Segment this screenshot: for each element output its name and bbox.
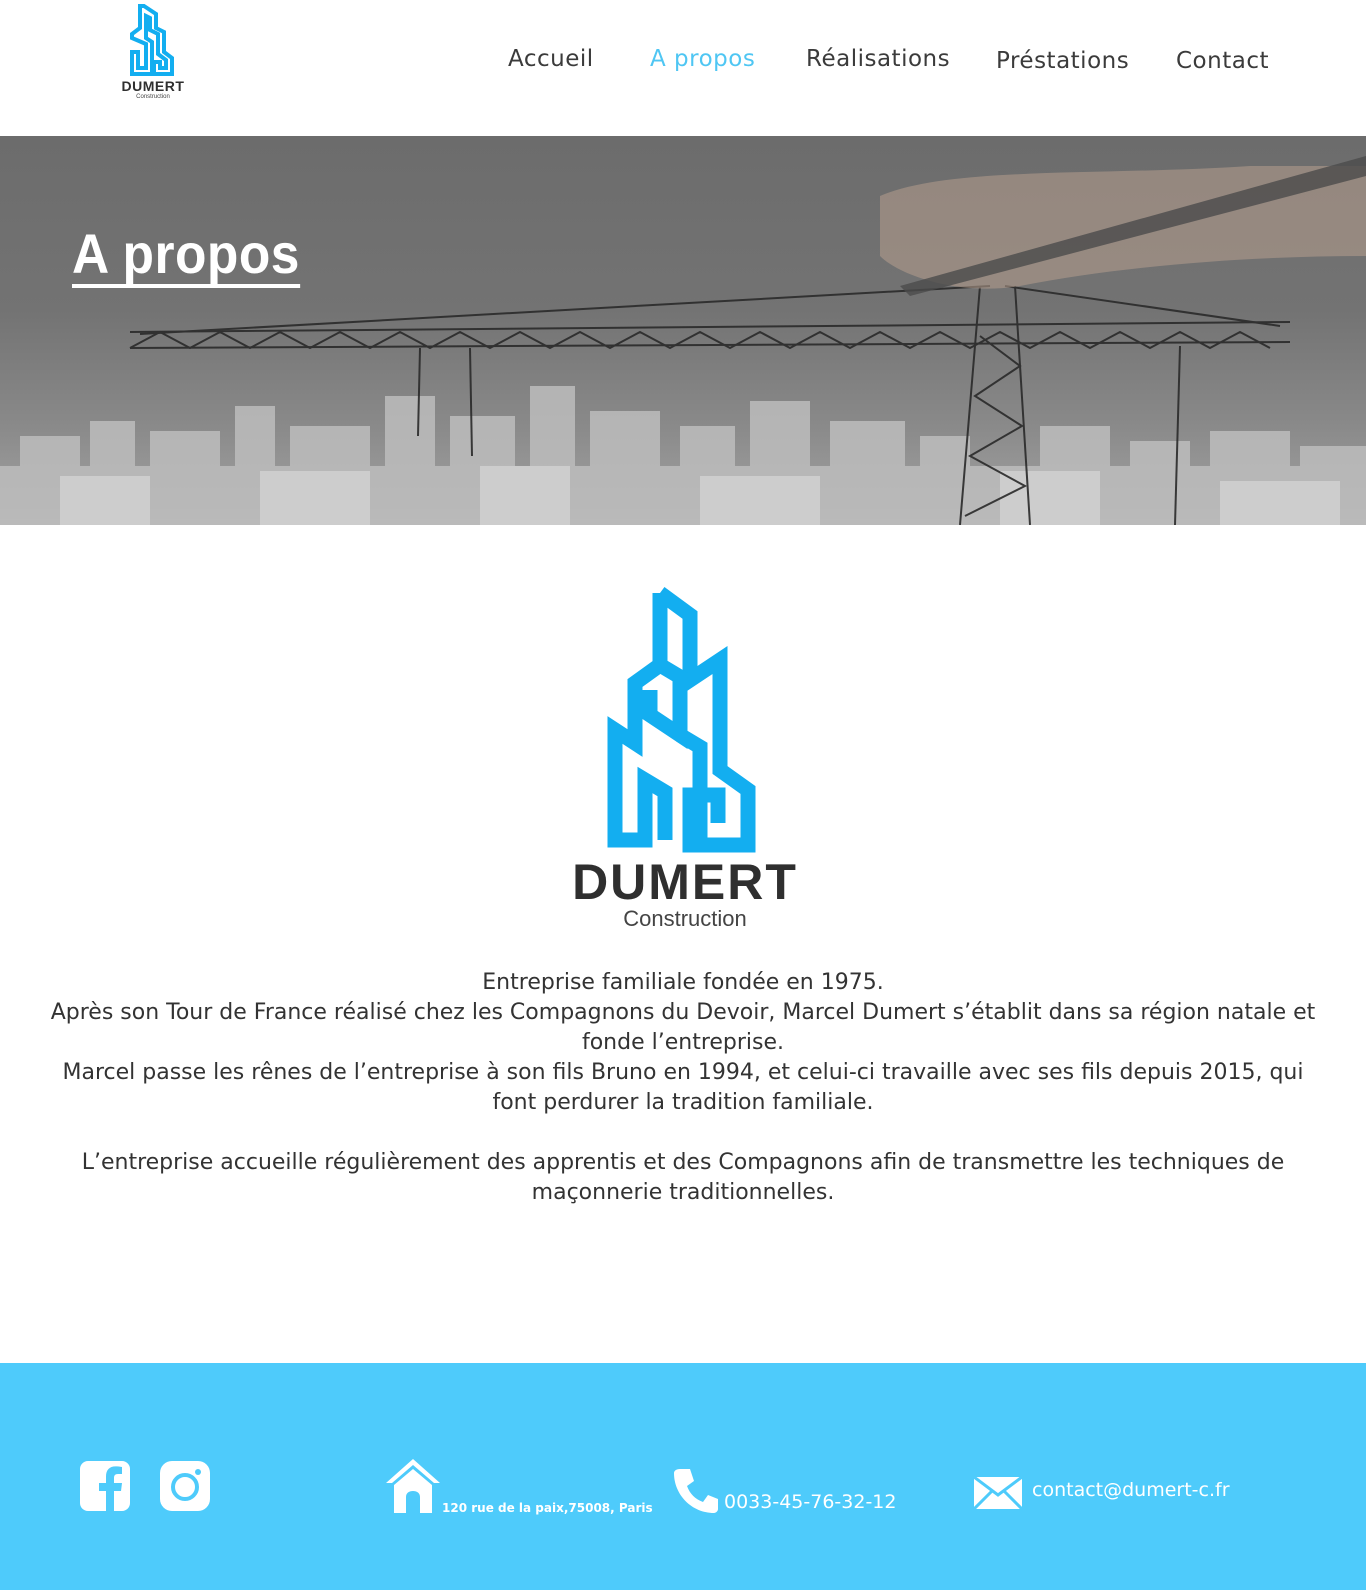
phone-text: 0033-45-76-32-12 bbox=[724, 1491, 897, 1513]
email-link[interactable]: contact@dumert-c.fr bbox=[974, 1477, 1264, 1517]
facebook-icon bbox=[80, 1461, 130, 1511]
nav-a-propos[interactable]: A propos bbox=[650, 46, 755, 72]
email-text: contact@dumert-c.fr bbox=[1032, 1479, 1230, 1501]
hero-banner: A propos bbox=[0, 136, 1366, 525]
page-title: A propos bbox=[72, 224, 300, 288]
home-icon bbox=[386, 1459, 440, 1513]
instagram-icon bbox=[160, 1461, 210, 1511]
nav-contact[interactable]: Contact bbox=[1176, 48, 1269, 74]
about-text: Entreprise familiale fondée en 1975. Apr… bbox=[40, 968, 1326, 1208]
instagram-link[interactable] bbox=[160, 1461, 212, 1513]
about-paragraph: Après son Tour de France réalisé chez le… bbox=[50, 1000, 1316, 1055]
hero-crane-illustration bbox=[0, 156, 1366, 525]
facebook-link[interactable] bbox=[80, 1461, 132, 1513]
phone-icon bbox=[674, 1469, 718, 1513]
main-logo-name: DUMERT bbox=[572, 854, 798, 910]
main-nav: Accueil A propos Réalisations Préstation… bbox=[0, 44, 1366, 84]
site-header: DUMERT Construction Accueil A propos Réa… bbox=[0, 0, 1366, 136]
phone-link[interactable]: 0033-45-76-32-12 bbox=[672, 1467, 912, 1517]
nav-accueil[interactable]: Accueil bbox=[508, 46, 594, 72]
header-logo-sub: Construction bbox=[136, 94, 170, 100]
building-logo-icon bbox=[607, 586, 756, 853]
nav-realisations[interactable]: Réalisations bbox=[806, 46, 950, 72]
about-paragraph: Entreprise familiale fondée en 1975. bbox=[482, 970, 884, 995]
address-link[interactable]: 120 rue de la paix,75008, Paris bbox=[384, 1457, 654, 1517]
main-logo-sub: Construction bbox=[623, 906, 747, 931]
about-paragraph: L’entreprise accueille régulièrement des… bbox=[81, 1150, 1285, 1205]
nav-prestations[interactable]: Préstations bbox=[996, 48, 1129, 74]
envelope-icon bbox=[974, 1477, 1022, 1509]
about-paragraph: Marcel passe les rênes de l’entreprise à… bbox=[62, 1060, 1304, 1115]
address-text: 120 rue de la paix,75008, Paris bbox=[442, 1501, 653, 1515]
site-footer: 120 rue de la paix,75008, Paris 0033-45-… bbox=[0, 1363, 1366, 1590]
main-logo: DUMERT Construction bbox=[560, 585, 810, 931]
